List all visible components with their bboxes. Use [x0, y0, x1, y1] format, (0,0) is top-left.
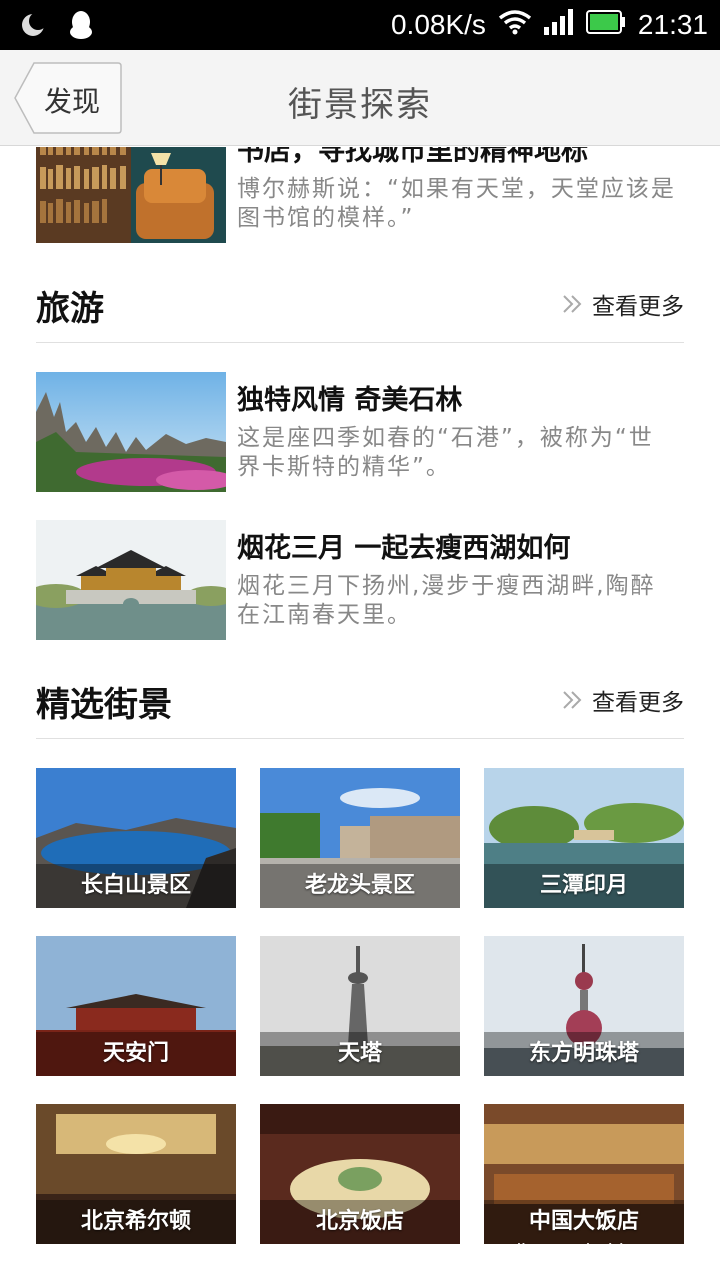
section-travel-header: 旅游 查看更多: [36, 273, 684, 343]
double-chevron-right-icon: [563, 295, 582, 313]
watermark: jingyan.baidu.com: [516, 1241, 678, 1263]
streetview-label: 东方明珠塔: [484, 1032, 684, 1076]
network-speed: 0.08K/s: [390, 9, 486, 40]
streetview-item-tiananmen[interactable]: 天安门: [36, 936, 236, 1076]
streetview-item-changbai[interactable]: 长白山景区: [36, 768, 236, 908]
streetview-label: 北京饭店: [260, 1200, 460, 1244]
clock: 21:31: [637, 9, 708, 40]
streetview-item-beijing-hotel[interactable]: 北京饭店: [260, 1104, 460, 1244]
article-title: 独特风情 奇美石林: [237, 385, 463, 416]
streetview-item-tianta[interactable]: 天塔: [260, 936, 460, 1076]
article-stone-forest[interactable]: 独特风情 奇美石林 这是座四季如春的“石港”，被称为“世界卡斯特的精华”。: [36, 372, 684, 492]
streetview-item-hilton-beijing[interactable]: 北京希尔顿: [36, 1104, 236, 1244]
article-slender-west-lake[interactable]: 烟花三月 一起去瘦西湖如何 烟花三月下扬州,漫步于瘦西湖畔,陶醉在江南春天里。: [36, 520, 684, 640]
page-title: 街景探索: [288, 85, 432, 125]
article-bookstore[interactable]: 书店，寻找城市里的精神地标 博尔赫斯说：“如果有天堂，天堂应该是图书馆的模样。”: [36, 147, 684, 243]
status-bar: 0.08K/s 21:31: [0, 0, 720, 50]
streetview-item-china-world-hotel[interactable]: 中国大饭店: [484, 1104, 684, 1244]
more-label: 查看更多: [592, 294, 684, 320]
article-description: 这是座四季如春的“石港”，被称为“世界卡斯特的精华”。: [237, 425, 654, 480]
double-chevron-right-icon: [563, 691, 582, 709]
streetview-label: 中国大饭店: [484, 1200, 684, 1244]
battery-icon: [585, 9, 626, 41]
article-thumbnail: [36, 520, 226, 640]
qq-penguin-icon: [68, 10, 94, 44]
article-thumbnail: [36, 147, 226, 243]
streetview-label: 天安门: [36, 1032, 236, 1076]
streetview-label: 北京希尔顿: [36, 1200, 236, 1244]
section-streetview-header: 精选街景 查看更多: [36, 669, 684, 739]
streetview-label: 三潭印月: [484, 864, 684, 908]
streetview-item-oriental-pearl[interactable]: 东方明珠塔: [484, 936, 684, 1076]
more-label: 查看更多: [592, 690, 684, 716]
streetview-item-santanyinyue[interactable]: 三潭印月: [484, 768, 684, 908]
streetview-more-link[interactable]: 查看更多: [562, 683, 684, 717]
signal-icon: [543, 8, 574, 42]
streetview-label: 老龙头景区: [260, 864, 460, 908]
travel-more-link[interactable]: 查看更多: [562, 287, 684, 321]
streetview-label: 长白山景区: [36, 864, 236, 908]
moon-icon: [20, 12, 47, 42]
title-bar: 发现 街景探索: [0, 50, 720, 146]
article-description: 烟花三月下扬州,漫步于瘦西湖畔,陶醉在江南春天里。: [237, 573, 656, 628]
article-title: 书店，寻找城市里的精神地标: [237, 147, 588, 167]
content-scroll[interactable]: 书店，寻找城市里的精神地标 博尔赫斯说：“如果有天堂，天堂应该是图书馆的模样。”…: [0, 147, 720, 1280]
section-title: 旅游: [36, 289, 104, 329]
section-title: 精选街景: [36, 685, 172, 725]
article-thumbnail: [36, 372, 226, 492]
streetview-label: 天塔: [260, 1032, 460, 1076]
wifi-icon: [498, 9, 532, 42]
article-description: 博尔赫斯说：“如果有天堂，天堂应该是图书馆的模样。”: [237, 176, 676, 231]
article-title: 烟花三月 一起去瘦西湖如何: [237, 533, 571, 564]
streetview-item-laolongtou[interactable]: 老龙头景区: [260, 768, 460, 908]
